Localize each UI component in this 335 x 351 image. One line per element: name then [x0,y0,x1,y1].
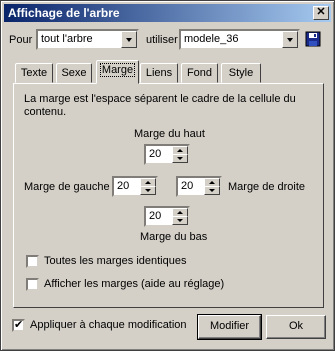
tab-label: Style [228,67,254,79]
modifier-button[interactable]: Modifier [197,314,262,340]
window-title: Affichage de l'arbre [8,6,120,20]
marge-gauche-label: Marge de gauche [24,181,110,193]
appliquer-checkbox[interactable] [12,318,25,332]
close-icon: ✕ [316,6,326,18]
pour-select[interactable]: tout l'arbre [36,29,139,50]
marge-bas-value: 20 [149,210,162,222]
tab-label: Texte [20,67,48,79]
description-line1: La marge est l'espace séparent le cadre … [24,93,296,105]
title-bar[interactable]: Affichage de l'arbre ✕ [4,4,331,22]
spin-down-icon[interactable] [172,154,188,163]
tab-liens[interactable]: Liens [140,63,178,83]
tab-texte[interactable]: Texte [15,63,53,83]
tab-label: Marge [99,63,136,77]
marge-droite-value: 20 [181,180,194,192]
utiliser-label: utiliser [146,34,178,46]
identiques-label[interactable]: Toutes les marges identiques [44,255,186,267]
save-icon[interactable] [305,31,321,47]
marge-bas-label: Marge du bas [140,231,208,243]
marge-panel: La marge est l'espace séparent le cadre … [13,83,324,308]
ok-button[interactable]: Ok [266,315,326,339]
tab-label: Sexe [61,67,87,79]
marge-gauche-value: 20 [117,180,130,192]
description-line2: contenu. [24,106,67,118]
tab-sexe[interactable]: Sexe [56,63,92,83]
modifier-label: Modifier [209,320,250,332]
spin-down-icon[interactable] [140,186,156,195]
marge-droite-label: Marge de droite [228,181,306,193]
appliquer-label[interactable]: Appliquer à chaque modification [30,319,187,331]
marge-droite-stepper[interactable]: 20 [176,176,222,197]
tab-label: Fond [186,67,213,79]
tab-marge[interactable]: Marge [96,60,139,84]
pour-label: Pour [9,34,33,46]
chevron-down-icon[interactable] [282,31,298,48]
ok-label: Ok [288,320,304,332]
tab-label: Liens [145,67,173,79]
spin-down-icon[interactable] [204,186,220,195]
dialog-window: Affichage de l'arbre ✕ Pour tout l'arbre… [0,0,335,351]
modele-value: modele_36 [184,33,239,45]
tab-style[interactable]: Style [221,63,261,83]
identiques-checkbox[interactable] [26,255,39,268]
tab-fond[interactable]: Fond [181,63,218,83]
marge-haut-value: 20 [149,148,162,160]
marge-gauche-stepper[interactable]: 20 [112,176,158,197]
close-button[interactable]: ✕ [313,6,329,20]
marge-haut-label: Marge du haut [134,128,205,140]
pour-value: tout l'arbre [41,33,93,45]
spin-down-icon[interactable] [172,216,188,225]
marge-haut-stepper[interactable]: 20 [144,144,190,165]
marge-bas-stepper[interactable]: 20 [144,206,190,227]
chevron-down-icon[interactable] [121,31,137,48]
afficher-marges-checkbox[interactable] [26,278,39,291]
modele-select[interactable]: modele_36 [179,29,300,50]
afficher-marges-label[interactable]: Afficher les marges (aide au réglage) [44,278,224,290]
